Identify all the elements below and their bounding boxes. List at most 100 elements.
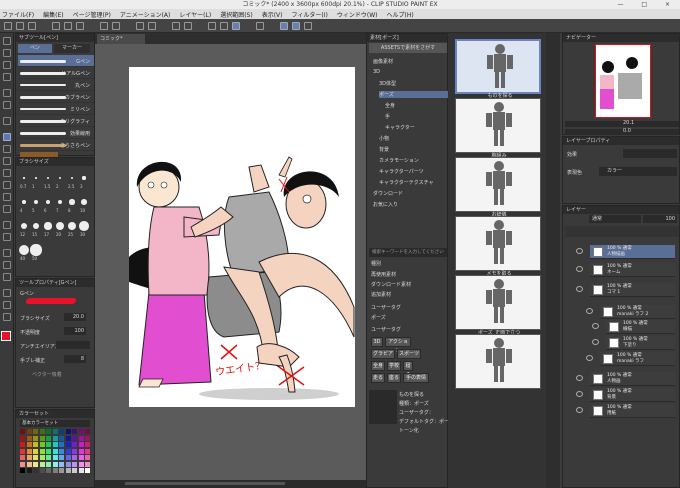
color-swatch[interactable] <box>52 448 58 454</box>
color-swatch[interactable] <box>46 435 51 441</box>
tag-value[interactable]: ポーズ <box>371 314 386 321</box>
brush-size-dot[interactable] <box>22 200 26 204</box>
color-swatch[interactable] <box>20 435 25 441</box>
save-icon[interactable] <box>28 22 36 30</box>
move-tool-icon[interactable] <box>3 49 11 57</box>
menu-layer[interactable]: レイヤー(L) <box>179 10 211 19</box>
color-swatch[interactable] <box>26 435 32 441</box>
layer-row[interactable]: 100 % 通常 下塗り <box>592 336 675 350</box>
effect-buttons[interactable] <box>623 149 677 158</box>
grid-icon[interactable] <box>256 22 264 30</box>
color-swatch[interactable] <box>78 435 84 441</box>
ruler-tool-icon[interactable] <box>3 273 11 281</box>
gradient-tool-icon[interactable] <box>3 233 11 241</box>
brush-size-dot[interactable] <box>21 223 27 229</box>
menu-help[interactable]: ヘルプ(H) <box>386 10 413 19</box>
brush-size-dot[interactable] <box>82 176 86 180</box>
visibility-eye-icon[interactable] <box>576 286 583 292</box>
zoom-slider[interactable] <box>565 121 679 127</box>
material-tree-item[interactable]: 手 <box>385 113 390 120</box>
lasso-tool-icon[interactable] <box>3 101 11 109</box>
balloon-tool-icon[interactable] <box>3 301 11 309</box>
color-swatch[interactable] <box>26 448 32 454</box>
tag-button[interactable]: アクション <box>385 337 411 354</box>
menu-view[interactable]: 表示(V) <box>262 10 283 19</box>
color-swatch[interactable] <box>33 435 38 441</box>
color-swatch[interactable] <box>33 429 38 434</box>
color-swatch[interactable] <box>59 448 64 454</box>
material-tree-item[interactable]: ダウンロード <box>373 190 403 197</box>
brush-item[interactable]: さらさらペン <box>18 139 94 151</box>
color-swatch[interactable] <box>33 442 38 447</box>
color-swatch[interactable] <box>20 461 25 467</box>
brush-size-dot[interactable] <box>57 199 63 205</box>
color-swatch[interactable] <box>78 448 84 454</box>
color-swatch[interactable] <box>39 455 45 460</box>
layer-row[interactable]: 100 % 通常 背景 <box>576 388 675 402</box>
layer-row[interactable]: 100 % 通常 manaki ラフ <box>586 352 675 366</box>
color-swatch[interactable] <box>65 442 71 447</box>
text-tool-icon[interactable] <box>3 289 11 297</box>
assets-search-button[interactable]: ASSETSで素材をさがす <box>369 43 447 53</box>
brush-size-dot[interactable] <box>34 200 38 204</box>
color-swatch[interactable] <box>20 442 25 447</box>
color-swatch[interactable] <box>39 435 45 441</box>
color-swatch[interactable] <box>52 429 58 434</box>
layer-opacity[interactable]: 100 <box>643 215 677 223</box>
color-swatch[interactable] <box>26 442 32 447</box>
pencil-tool-icon[interactable] <box>3 145 11 153</box>
material-search-input[interactable]: 検索キーワードを入力してください <box>369 248 447 257</box>
color-swatch[interactable] <box>65 448 71 454</box>
tab-marker[interactable]: マーカー <box>54 44 90 53</box>
material-tree-item[interactable]: 3D体型 <box>379 80 396 87</box>
color-swatch[interactable] <box>46 468 51 473</box>
visibility-eye-icon[interactable] <box>576 407 583 413</box>
tag-button[interactable]: 3D <box>371 337 383 347</box>
color-swatch[interactable] <box>78 429 84 434</box>
material-tree-item[interactable]: 背景 <box>379 146 389 153</box>
color-swatch[interactable] <box>46 461 51 467</box>
color-swatch[interactable] <box>85 435 90 441</box>
color-swatch[interactable] <box>52 455 58 460</box>
color-swatch[interactable] <box>72 468 77 473</box>
color-swatch[interactable] <box>85 448 90 454</box>
color-swatch[interactable] <box>72 448 77 454</box>
tag-button[interactable]: グラビア <box>371 349 395 359</box>
fill-icon[interactable] <box>208 22 216 30</box>
filter-item[interactable]: 再使用素材 <box>371 271 396 278</box>
menu-selection[interactable]: 選択範囲(S) <box>220 10 253 19</box>
pose-thumbnail[interactable] <box>455 334 541 389</box>
color-swatch[interactable] <box>20 429 25 434</box>
material-tree-item[interactable]: 全身 <box>385 102 395 109</box>
color-swatch[interactable] <box>65 455 71 460</box>
pose-thumbnail[interactable]: ものを探る <box>455 39 541 99</box>
layer-row[interactable]: 100 % 通常 人物画 <box>576 372 675 386</box>
layer-row[interactable]: 100 % 通常 用紙 <box>576 404 675 418</box>
pen-tool-icon[interactable] <box>3 133 11 141</box>
pose-thumbnail[interactable]: お辞儀 <box>455 157 541 218</box>
pose-thumbnail[interactable]: ポーズ_正面で立つ <box>455 275 541 336</box>
material-tree-item[interactable]: カメラモーション <box>379 157 419 164</box>
visibility-eye-icon[interactable] <box>576 375 583 381</box>
color-swatch[interactable] <box>78 461 84 467</box>
canvas-tab[interactable]: コミック* <box>97 34 145 44</box>
horizontal-scrollbar[interactable] <box>125 482 285 485</box>
brush-size-dot[interactable] <box>47 177 49 179</box>
clear-icon[interactable] <box>76 22 84 30</box>
layer-row[interactable]: 100 % 通常 人物描画 <box>576 245 675 259</box>
menu-edit[interactable]: 編集(E) <box>43 10 63 19</box>
material-tree-item[interactable]: ポーズ <box>379 91 449 98</box>
zoom-tool-icon[interactable] <box>3 37 11 45</box>
brush-size-dot[interactable] <box>18 244 30 256</box>
color-swatch[interactable] <box>72 429 77 434</box>
frame-tool-icon[interactable] <box>3 261 11 269</box>
color-swatch[interactable] <box>59 435 64 441</box>
brush-size-dot[interactable] <box>70 176 74 180</box>
layout-icon[interactable] <box>304 22 312 30</box>
color-swatch[interactable] <box>85 468 90 473</box>
visibility-eye-icon[interactable] <box>576 248 583 254</box>
vector-icon[interactable] <box>292 22 300 30</box>
layer-row[interactable]: 100 % 通常 コマ 1 <box>576 283 675 297</box>
layer-row[interactable]: 100 % 通常 manaki ラフ 2 <box>586 305 675 319</box>
blend-tool-icon[interactable] <box>3 205 11 213</box>
